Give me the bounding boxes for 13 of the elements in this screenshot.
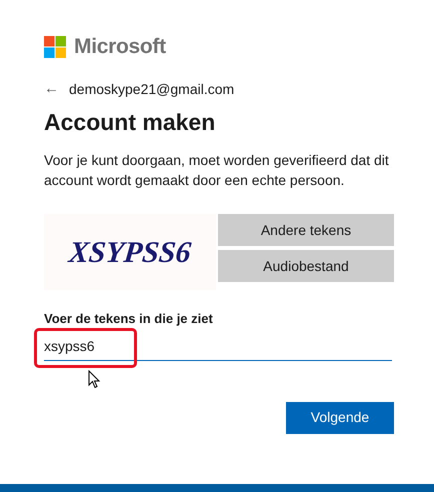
- field-label: Voer de tekens in die je ziet: [44, 310, 214, 328]
- captcha-option-button[interactable]: Audiobestand: [218, 250, 394, 282]
- captcha-input-field[interactable]: xsypss6: [44, 332, 392, 360]
- page-title: Account maken: [44, 108, 216, 137]
- next-button[interactable]: Volgende: [286, 402, 394, 434]
- logo-icon: [44, 36, 66, 58]
- captcha-option-button[interactable]: Andere tekens: [218, 214, 394, 246]
- email-text: demoskype21@gmail.com: [69, 80, 234, 99]
- back-arrow-icon[interactable]: ←: [44, 78, 59, 100]
- cursor-icon: [88, 370, 101, 388]
- captcha-text: XSYPSS6: [66, 234, 194, 270]
- description-text: Voor je kunt doorgaan, moet worden geverifieerd dat dit account wordt gemaakt door een echte persoon.: [44, 151, 390, 190]
- brand-name: Microsoft: [74, 34, 166, 60]
